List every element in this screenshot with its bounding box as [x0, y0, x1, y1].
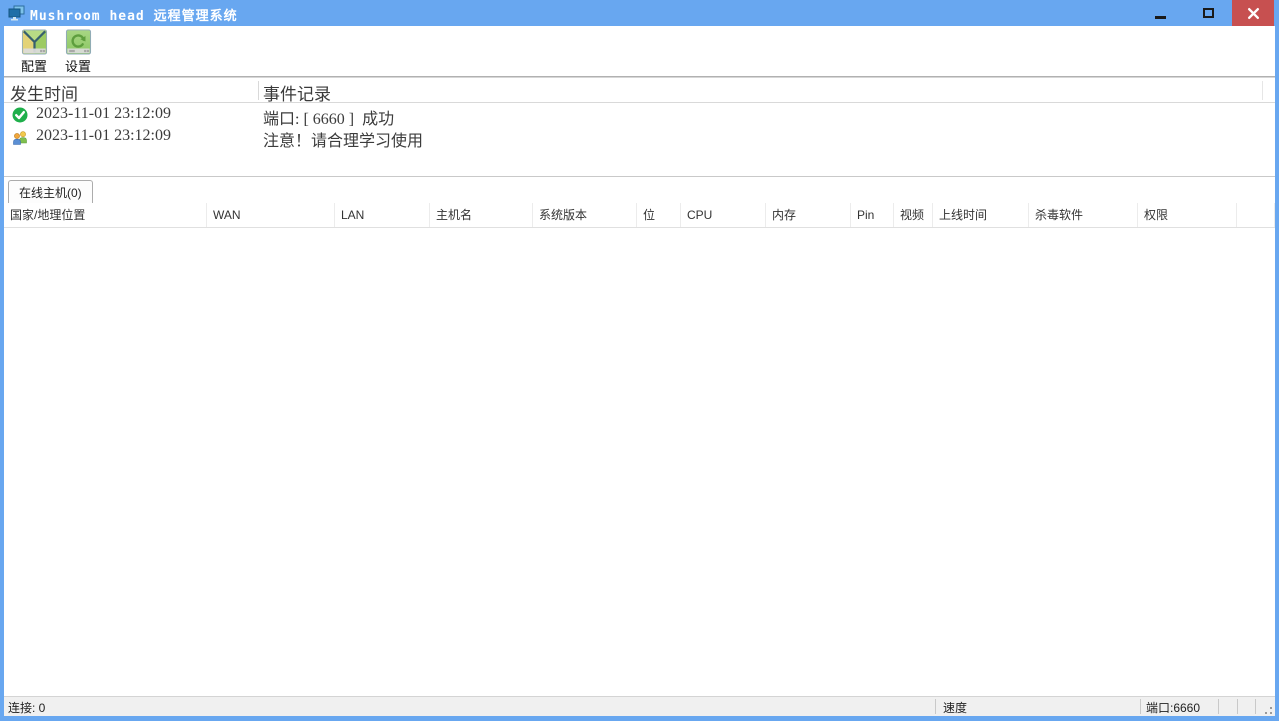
- settings-button[interactable]: 设置: [56, 29, 100, 75]
- statusbar-divider: [1237, 699, 1238, 714]
- statusbar-divider: [1255, 699, 1256, 714]
- config-package-icon: [21, 29, 48, 55]
- host-column-header-13[interactable]: 权限: [1138, 203, 1237, 227]
- close-icon: [1247, 7, 1260, 20]
- statusbar-divider: [935, 699, 936, 714]
- column-header-time[interactable]: 发生时间: [10, 80, 78, 105]
- host-column-header-9[interactable]: Pin: [851, 203, 894, 227]
- event-header-divider: [258, 81, 259, 100]
- config-button[interactable]: 配置: [12, 29, 56, 75]
- event-row[interactable]: 2023-11-01 23:12:09 端口: [ 6660 ] 成功: [4, 104, 1275, 126]
- app-window: Mushroom head 远程管理系统 配置: [0, 0, 1279, 721]
- host-column-header-3[interactable]: LAN: [335, 203, 430, 227]
- event-log-header: 发生时间 事件记录: [4, 78, 1275, 103]
- settings-refresh-icon: [65, 29, 92, 55]
- host-column-header-12[interactable]: 杀毒软件: [1029, 203, 1138, 227]
- status-speed: 速度: [943, 699, 967, 716]
- status-port: 端口:6660: [1146, 699, 1200, 716]
- window-border-right: [1275, 26, 1279, 721]
- maximize-button[interactable]: [1188, 0, 1228, 26]
- app-icon: [8, 5, 25, 21]
- event-message: 注意！请合理学习使用: [263, 127, 423, 151]
- window-title: Mushroom head 远程管理系统: [30, 5, 238, 24]
- title-bar[interactable]: Mushroom head 远程管理系统: [0, 0, 1279, 26]
- host-table-header: 国家/地理位置WANLAN主机名系统版本位CPU内存Pin视频上线时间杀毒软件权…: [4, 203, 1275, 228]
- event-time: 2023-11-01 23:12:09: [36, 127, 171, 145]
- host-column-header-4[interactable]: 主机名: [430, 203, 533, 227]
- host-table-body: [4, 228, 1275, 696]
- window-border-bottom: [0, 716, 1279, 721]
- success-check-icon: [12, 107, 28, 123]
- host-column-header-11[interactable]: 上线时间: [933, 203, 1029, 227]
- column-header-event[interactable]: 事件记录: [263, 80, 331, 105]
- status-bar: 连接: 0 速度 端口:6660: [4, 697, 1275, 716]
- tab-strip: 在线主机(0): [4, 177, 1275, 203]
- status-connections: 连接: 0: [8, 699, 45, 716]
- host-column-header-7[interactable]: CPU: [681, 203, 766, 227]
- host-column-header-8[interactable]: 内存: [766, 203, 851, 227]
- host-column-header-6[interactable]: 位: [637, 203, 681, 227]
- config-button-label: 配置: [21, 56, 47, 75]
- minimize-icon: [1155, 16, 1166, 19]
- host-column-header-5[interactable]: 系统版本: [533, 203, 637, 227]
- host-column-header-10[interactable]: 视频: [894, 203, 933, 227]
- minimize-button[interactable]: [1140, 0, 1180, 26]
- event-log-list: 2023-11-01 23:12:09 端口: [ 6660 ] 成功 2023…: [4, 104, 1275, 148]
- host-column-header-2[interactable]: WAN: [207, 203, 335, 227]
- maximize-icon: [1203, 8, 1214, 18]
- resize-grip[interactable]: [1260, 702, 1272, 714]
- event-time: 2023-11-01 23:12:09: [36, 105, 171, 123]
- close-button[interactable]: [1232, 0, 1274, 26]
- event-row[interactable]: 2023-11-01 23:12:09 注意！请合理学习使用: [4, 126, 1275, 148]
- host-column-header-14[interactable]: [1237, 203, 1275, 227]
- statusbar-divider: [1218, 699, 1219, 714]
- event-header-divider-right: [1262, 81, 1263, 100]
- tab-online-hosts[interactable]: 在线主机(0): [8, 180, 93, 203]
- statusbar-divider: [1140, 699, 1141, 714]
- host-column-header-1[interactable]: 国家/地理位置: [4, 203, 207, 227]
- users-icon: [12, 129, 28, 145]
- toolbar: 配置 设置: [4, 26, 1275, 76]
- settings-button-label: 设置: [65, 56, 91, 75]
